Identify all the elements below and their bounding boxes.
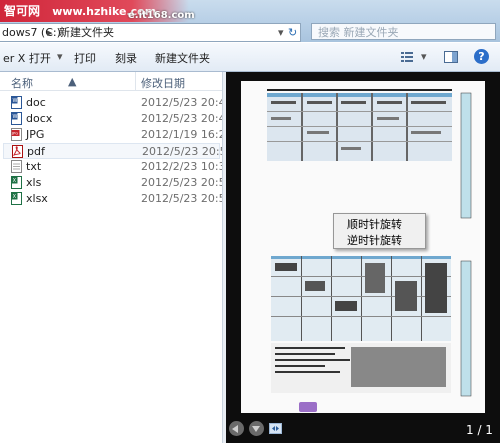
file-date: 2012/5/23 20:47	[141, 96, 233, 109]
file-row[interactable]: W doc 2012/5/23 20:47	[3, 95, 233, 111]
file-row[interactable]: X xls 2012/5/23 20:50	[3, 175, 233, 191]
next-page-icon[interactable]	[249, 421, 264, 436]
file-name: doc	[26, 96, 46, 109]
command-toolbar: er X 打开 ▾ 打印 刻录 新建文件夹 ▾ ?	[0, 43, 500, 72]
sort-ascending-icon: ▲	[68, 75, 77, 88]
word-doc-icon: W	[11, 96, 22, 109]
context-menu: 顺时针旋转 逆时针旋转	[333, 213, 426, 249]
file-row[interactable]: JPG JPG 2012/1/19 16:21	[3, 127, 233, 143]
rotate-counterclockwise-menu-item[interactable]: 逆时针旋转	[347, 232, 402, 248]
search-input[interactable]: 搜索 新建文件夹	[311, 23, 496, 40]
column-header: 名称 ▲ 修改日期	[0, 72, 222, 91]
print-button[interactable]: 打印	[74, 50, 96, 66]
svg-text:X: X	[13, 194, 17, 200]
previous-page-icon[interactable]	[229, 421, 244, 436]
svg-text:W: W	[13, 114, 18, 120]
right-label-strip-top	[460, 92, 472, 219]
address-dropdown-icon[interactable]: ▾	[278, 24, 284, 41]
file-name: JPG	[26, 128, 45, 141]
file-date: 2012/5/23 20:50	[142, 145, 234, 158]
preview-pane-icon[interactable]	[444, 51, 458, 63]
excel-xlsx-icon: X	[11, 192, 22, 205]
word-docx-icon: W	[11, 112, 22, 125]
new-folder-button[interactable]: 新建文件夹	[155, 50, 210, 66]
text-file-icon	[11, 160, 22, 173]
open-with-button[interactable]: er X 打开	[3, 50, 51, 66]
burn-button[interactable]: 刻录	[115, 50, 137, 66]
jpg-image-icon: JPG	[11, 128, 22, 141]
column-divider[interactable]	[135, 72, 136, 90]
upper-table-block	[267, 89, 452, 161]
svg-text:X: X	[13, 178, 17, 184]
view-options-icon[interactable]	[400, 51, 414, 63]
page-count: 1 / 1	[466, 423, 493, 437]
file-name: xls	[26, 176, 42, 189]
right-label-strip-bottom	[460, 260, 472, 397]
file-row[interactable]: W docx 2012/5/23 20:47	[3, 111, 233, 127]
refresh-icon[interactable]: ↻	[288, 24, 297, 41]
breadcrumb-separator-icon[interactable]: ▸	[47, 24, 53, 41]
file-list: 名称 ▲ 修改日期 W doc 2012/5/23 20:47 W docx 2…	[0, 72, 234, 443]
rotate-clockwise-menu-item[interactable]: 顺时针旋转	[347, 216, 402, 232]
view-dropdown-icon[interactable]: ▾	[421, 50, 427, 63]
file-row[interactable]: txt 2012/2/23 10:39	[3, 159, 233, 175]
file-name: docx	[26, 112, 53, 125]
page-indicator-tab[interactable]	[299, 402, 317, 412]
svg-text:W: W	[13, 98, 18, 104]
pdf-icon	[12, 145, 23, 158]
file-date: 2012/5/23 20:50	[141, 176, 233, 189]
file-name: pdf	[27, 145, 45, 158]
window-titlebar: 智可网 www.hzhike.com e.it168.com dows7 (C:…	[0, 0, 500, 42]
file-date: 2012/2/23 10:39	[141, 160, 233, 173]
chevron-down-icon[interactable]: ▾	[57, 50, 63, 63]
file-row[interactable]: pdf 2012/5/23 20:50	[3, 143, 234, 159]
fit-page-icon[interactable]	[269, 423, 282, 434]
file-date: 2012/5/23 20:47	[141, 112, 233, 125]
file-name: txt	[26, 160, 42, 173]
watermark-extra: e.it168.com	[128, 10, 195, 21]
excel-xls-icon: X	[11, 176, 22, 189]
column-modified-header[interactable]: 修改日期	[141, 75, 185, 91]
file-date: 2012/1/19 16:21	[141, 128, 233, 141]
help-button[interactable]: ?	[474, 49, 489, 64]
file-date: 2012/5/23 20:51	[141, 192, 233, 205]
lower-table-block	[271, 256, 451, 393]
file-row[interactable]: X xlsx 2012/5/23 20:51	[3, 191, 233, 207]
breadcrumb-folder[interactable]: 新建文件夹	[59, 24, 114, 41]
watermark-brand: 智可网	[4, 4, 41, 18]
column-name-header[interactable]: 名称	[11, 75, 33, 91]
file-name: xlsx	[26, 192, 48, 205]
address-bar[interactable]: dows7 (C:) ▸ 新建文件夹 ▾ ↻	[0, 23, 301, 42]
svg-text:JPG: JPG	[11, 132, 18, 136]
